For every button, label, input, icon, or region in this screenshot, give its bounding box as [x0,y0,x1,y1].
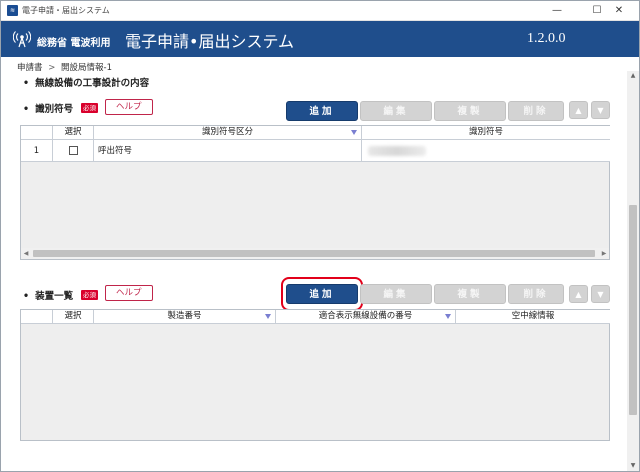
triangle-down-icon: ▼ [597,106,604,115]
breadcrumb-item-station: 開設局情報-1 [61,63,113,73]
radio-tower-icon [13,31,31,48]
callsign-hscroll-thumb[interactable] [33,250,595,257]
breadcrumb-item-application[interactable]: 申請書 [17,63,43,73]
devices-header-antenna[interactable]: 空中線情報 [456,310,610,324]
table-row-select-cell [53,140,94,162]
redacted-callsign [368,146,426,156]
app-window: ≋ 電子申請・届出システム — ☐ ✕ 総務省 電波利用 電子申請•届出システム… [0,0,640,472]
callsign-header-kind[interactable]: 識別符号区分 [94,126,362,140]
table-row-value[interactable] [362,140,610,162]
scroll-up-arrow-icon[interactable]: ▲ [627,71,639,81]
callsign-header-value[interactable]: 識別符号 [362,126,610,140]
callsign-header-no [21,126,53,140]
callsign-horizontal-scrollbar[interactable]: ◀ ▶ [21,248,609,259]
triangle-up-icon: ▲ [575,106,582,115]
devices-header-cert[interactable]: 適合表示無線設備の番号 [276,310,456,324]
org-label: 総務省 電波利用 [37,38,111,49]
version-label: 1.2.0.0 [527,31,566,46]
table-row-kind[interactable]: 呼出符号 [94,140,362,162]
devices-table-empty-area [21,324,609,440]
devices-header-serial[interactable]: 製造番号 [94,310,276,324]
vertical-scrollbar[interactable]: ▲ ▼ [627,71,639,471]
close-button[interactable]: ✕ [599,1,639,21]
callsign-header-select[interactable]: 選択 [53,126,94,140]
devices-edit-button[interactable]: 編集 [360,284,432,304]
section-main-title: • 無線設備の工事設計の内容 [23,78,150,89]
app-title: 電子申請•届出システム [125,32,294,51]
scroll-thumb[interactable] [629,205,637,415]
sort-arrow-icon[interactable] [351,130,357,135]
devices-header-select[interactable]: 選択 [53,310,94,324]
devices-copy-button[interactable]: 複製 [434,284,506,304]
devices-move-down-button[interactable]: ▼ [591,285,610,303]
callsign-table-empty-area [21,162,609,248]
callsign-move-up-button[interactable]: ▲ [569,101,588,119]
devices-title-text: 装置一覧 [35,291,74,302]
callsign-help-button[interactable]: ヘルプ [105,99,153,115]
scroll-down-arrow-icon[interactable]: ▼ [627,461,639,471]
triangle-down-icon: ▼ [597,290,604,299]
main-title-text: 無線設備の工事設計の内容 [35,78,150,89]
app-header: 総務省 電波利用 電子申請•届出システム 1.2.0.0 [1,21,639,57]
devices-delete-button[interactable]: 削除 [508,284,564,304]
callsign-add-button[interactable]: 追加 [286,101,358,121]
devices-header-no [21,310,53,324]
callsign-title-text: 識別符号 [35,104,74,115]
callsign-move-down-button[interactable]: ▼ [591,101,610,119]
breadcrumb: 申請書 > 開設局情報-1 [17,61,112,73]
devices-section-title: • 装置一覧 [23,291,74,302]
callsign-copy-button[interactable]: 複製 [434,101,506,121]
devices-header-cert-label: 適合表示無線設備の番号 [318,311,413,321]
devices-header-serial-label: 製造番号 [167,311,202,321]
app-small-icon: ≋ [7,5,18,16]
devices-move-up-button[interactable]: ▲ [569,285,588,303]
row-select-checkbox[interactable] [69,146,78,155]
scroll-right-arrow-icon[interactable]: ▶ [599,248,609,259]
callsign-edit-button[interactable]: 編集 [360,101,432,121]
devices-required-badge: 必須 [81,290,98,300]
table-row-no: 1 [21,140,53,162]
minimize-button[interactable]: — [537,1,577,21]
callsign-section-title: • 識別符号 [23,104,74,115]
devices-help-button[interactable]: ヘルプ [105,285,153,301]
callsign-delete-button[interactable]: 削除 [508,101,564,121]
scroll-left-arrow-icon[interactable]: ◀ [21,248,31,259]
window-title: 電子申請・届出システム [22,6,110,15]
highlight-annotation [281,277,363,311]
callsign-header-kind-label: 識別符号区分 [201,127,253,137]
breadcrumb-separator: > [48,63,56,73]
callsign-table: 選択 識別符号区分 識別符号 1 呼出符号 ◀ ▶ [20,125,610,260]
callsign-required-badge: 必須 [81,103,98,113]
sort-arrow-icon[interactable] [265,314,271,319]
os-titlebar: ≋ 電子申請・届出システム — ☐ ✕ [1,1,639,21]
triangle-up-icon: ▲ [575,290,582,299]
devices-table: 選択 製造番号 適合表示無線設備の番号 空中線情報 [20,309,610,441]
sort-arrow-icon[interactable] [445,314,451,319]
